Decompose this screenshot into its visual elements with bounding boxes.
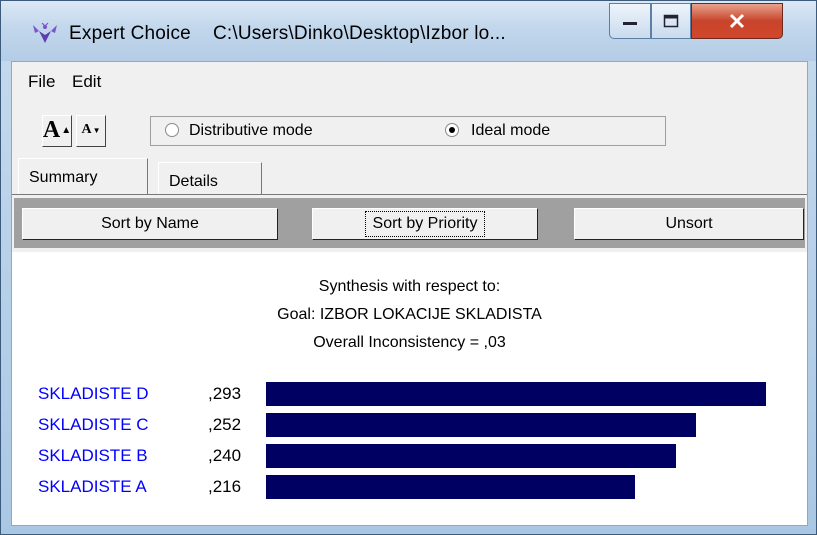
alternative-row: SKLADISTE A ,216 xyxy=(12,473,807,499)
sort-toolbar-panel: Sort by Name Sort by Priority Unsort xyxy=(14,198,805,248)
tab-summary[interactable]: Summary xyxy=(18,158,148,194)
increase-font-button[interactable]: A ▲ xyxy=(42,115,72,147)
alternative-row: SKLADISTE D ,293 xyxy=(12,380,807,406)
client-area: File Edit A ▲ A ▼ Distributive mode Ideal … xyxy=(11,61,808,526)
distributive-mode-label[interactable]: Distributive mode xyxy=(189,122,313,140)
window-title: Expert Choice C:\Users\Dinko\Desktop\Izbo… xyxy=(69,23,506,45)
tab-details-label: Details xyxy=(169,173,218,190)
app-name: Expert Choice xyxy=(69,23,191,44)
alternative-priority: ,293 xyxy=(208,384,242,403)
close-icon xyxy=(729,13,745,29)
increase-font-icon: A xyxy=(42,116,61,143)
overall-inconsistency: Overall Inconsistency = ,03 xyxy=(313,334,506,351)
minimize-icon xyxy=(623,22,637,25)
alternative-name[interactable]: SKLADISTE B xyxy=(38,446,148,466)
priority-bar xyxy=(266,444,676,468)
up-arrow-icon: ▲ xyxy=(61,124,72,136)
document-path: C:\Users\Dinko\Desktop\Izbor lo... xyxy=(212,23,506,44)
toolbar: A ▲ A ▼ Distributive mode Ideal mode xyxy=(12,98,807,154)
mode-group: Distributive mode Ideal mode xyxy=(150,116,666,146)
unsort-label: Unsort xyxy=(665,215,713,232)
alternative-priority: ,216 xyxy=(208,477,242,496)
decrease-font-button[interactable]: A ▼ xyxy=(76,115,106,147)
priority-bar xyxy=(266,413,696,437)
menu-file[interactable]: File xyxy=(28,72,55,92)
priority-bar xyxy=(266,382,766,406)
expert-choice-app-icon xyxy=(33,22,57,43)
sort-by-name-button[interactable]: Sort by Name xyxy=(22,208,278,240)
goal-title: Goal: IZBOR LOKACIJE SKLADISTA xyxy=(277,306,542,323)
minimize-button[interactable] xyxy=(609,3,651,39)
tab-summary-label: Summary xyxy=(29,169,98,186)
sort-toolbar: Sort by Name Sort by Priority Unsort xyxy=(12,194,807,251)
priority-bar xyxy=(266,475,635,499)
alternative-name[interactable]: SKLADISTE C xyxy=(38,415,149,435)
alternative-name[interactable]: SKLADISTE D xyxy=(38,384,149,404)
close-button[interactable] xyxy=(691,3,783,39)
title-bar[interactable]: Expert Choice C:\Users\Dinko\Desktop\Izbo… xyxy=(1,1,816,61)
alternative-priority: ,252 xyxy=(208,415,242,434)
maximize-icon xyxy=(663,14,679,28)
synthesis-results: Synthesis with respect to: Goal: IZBOR L… xyxy=(12,252,807,525)
tab-strip: Summary Details xyxy=(12,154,807,194)
ideal-mode-label[interactable]: Ideal mode xyxy=(471,122,550,140)
app-window: Expert Choice C:\Users\Dinko\Desktop\Izbo… xyxy=(0,0,817,535)
menu-bar: File Edit xyxy=(12,62,807,99)
maximize-button[interactable] xyxy=(651,3,691,39)
alternative-row: SKLADISTE C ,252 xyxy=(12,411,807,437)
alternative-name[interactable]: SKLADISTE A xyxy=(38,477,147,497)
ideal-mode-radio[interactable] xyxy=(445,123,459,137)
sort-by-priority-label: Sort by Priority xyxy=(364,211,486,237)
alternative-row: SKLADISTE B ,240 xyxy=(12,442,807,468)
menu-edit[interactable]: Edit xyxy=(72,72,101,92)
down-arrow-icon: ▼ xyxy=(92,125,101,135)
tab-details[interactable]: Details xyxy=(158,162,262,194)
sort-by-priority-button[interactable]: Sort by Priority xyxy=(312,208,538,240)
decrease-font-icon: A xyxy=(81,122,92,137)
alternative-priority: ,240 xyxy=(208,446,242,465)
distributive-mode-radio[interactable] xyxy=(165,123,179,137)
sort-by-name-label: Sort by Name xyxy=(101,215,199,232)
synthesis-heading: Synthesis with respect to: xyxy=(318,278,501,295)
unsort-button[interactable]: Unsort xyxy=(574,208,804,240)
